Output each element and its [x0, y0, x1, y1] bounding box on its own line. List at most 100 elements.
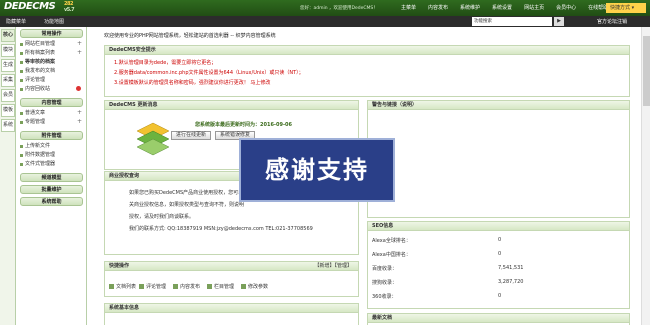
nav-content-publish[interactable]: 内容发布: [422, 4, 454, 11]
tab-core[interactable]: 核心: [1, 29, 15, 42]
logo: DEDECMS 282 v5.7: [4, 1, 75, 13]
menu-item-articles[interactable]: 普通文章 +: [17, 109, 86, 118]
tab-template[interactable]: 模板: [1, 104, 15, 117]
security-title: DedeCMS安全提示: [105, 46, 629, 55]
recycle-bin-icon: [76, 86, 81, 91]
quick-comments[interactable]: 评论管理: [139, 283, 166, 290]
quick-ops-manage[interactable]: 【新增】【管理】: [314, 262, 352, 271]
quick-channels[interactable]: 栏目管理: [207, 283, 234, 290]
tab-member[interactable]: 会员: [1, 89, 15, 102]
sysinfo-title: 系统基本信息: [105, 304, 358, 313]
menu-item-label: 我发布的文档: [25, 68, 56, 74]
license-contact: 我们的联系方式: QQ:18387919 MSN:jzy@dedecms.com…: [129, 226, 313, 232]
quick-publish[interactable]: 内容发布: [173, 283, 200, 290]
forum-link[interactable]: 官方论坛: [597, 18, 617, 25]
seo-value: 7,541,531: [498, 265, 524, 271]
scroll-thumb[interactable]: [643, 36, 650, 106]
menu-section-common[interactable]: 常用操作: [20, 29, 83, 38]
sysinfo-panel: 系统基本信息: [104, 303, 359, 325]
main-content: 欢迎使用专业的PHP网站管理系统，轻松建站的首选利器 -- 织梦内容管理系统 D…: [89, 27, 650, 325]
menu-item-label: 内容回收站: [25, 86, 51, 92]
license-line-1: 如果您已购买DedeCMS产品商业使用授权，您可以在: [129, 190, 249, 196]
security-line-2: 2.服务器data/common.inc.php文件属性设置为644（Linux…: [114, 70, 304, 76]
sub-bar: 隐藏菜单 功能地图: [0, 16, 650, 27]
search-input[interactable]: 功能搜索: [472, 17, 552, 26]
add-icon[interactable]: +: [77, 40, 82, 47]
menu-item-file-manager[interactable]: 文件式管理器: [17, 160, 86, 169]
intro-text: 欢迎使用专业的PHP网站管理系统，轻松建站的首选利器 -- 织梦内容管理系统: [104, 33, 276, 39]
menu-item-attach-data[interactable]: 附件数据管理: [17, 151, 86, 160]
tab-system[interactable]: 系统: [1, 119, 15, 132]
thanks-watermark: 感谢支持: [239, 138, 395, 202]
license-line-3: 授权，请及时我们商谈联系。: [129, 214, 195, 220]
menu-section-batch[interactable]: 批量维护: [20, 185, 83, 194]
menu-item-my-docs[interactable]: 我发布的文档: [17, 67, 86, 76]
menu-item-pending[interactable]: 等审核的档案: [17, 58, 86, 67]
menu-item-label: 网站栏目管理: [25, 41, 56, 47]
seo-title: SEO信息: [368, 222, 629, 231]
side-menu: 常用操作 网站栏目管理 + 所有档案列表 + 等审核的档案 我发布的文档 评论管理 …: [17, 27, 87, 325]
menu-item-label: 普通文章: [25, 110, 46, 116]
nav-system-settings[interactable]: 系统设置: [486, 4, 518, 11]
menu-section-content[interactable]: 内容管理: [20, 98, 83, 107]
seo-key: Alexa中国排名：: [372, 252, 411, 258]
help-title: 警告与链接（说明）: [368, 101, 629, 110]
seo-key: Alexa全球排名：: [372, 238, 411, 244]
quick-ops-title: 快捷操作 【新增】【管理】: [105, 262, 358, 271]
menu-item-upload[interactable]: 上传新文件: [17, 142, 86, 151]
menu-item-label: 上传新文件: [25, 143, 51, 149]
site-map-button[interactable]: 功能地图: [44, 18, 64, 25]
menu-section-attachments[interactable]: 附件管理: [20, 131, 83, 140]
search-button[interactable]: ▶: [554, 17, 564, 26]
nav-member-center[interactable]: 会员中心: [550, 4, 582, 11]
version-label: v5.7: [64, 7, 75, 13]
security-line-1: 1.默认管理目录为dede，需要立即将它更名；: [114, 60, 217, 66]
top-header: DEDECMS 282 v5.7 您好：admin ，欢迎使用DedeCMS！ …: [0, 0, 650, 16]
menu-item-label: 所有档案列表: [25, 50, 56, 56]
tab-module[interactable]: 模块: [1, 44, 15, 57]
menu-section-help[interactable]: 系统帮助: [20, 197, 83, 206]
quick-menu-button[interactable]: 快捷方式 ▾: [606, 3, 646, 13]
online-update-button[interactable]: 进行在线更新: [171, 131, 211, 140]
security-panel: DedeCMS安全提示 1.默认管理目录为dede，需要立即将它更名； 2.服务…: [104, 45, 630, 97]
update-title: DedeCMS 更新消息: [105, 101, 358, 110]
tab-generate[interactable]: 生成: [1, 59, 15, 72]
vertical-scrollbar[interactable]: [641, 27, 650, 325]
tab-collect[interactable]: 采集: [1, 74, 15, 87]
license-line-2: 关商业授权信息，如果授权类型与查询不符，则说明: [129, 202, 245, 208]
seo-value: 0: [498, 293, 502, 299]
seo-panel: SEO信息 Alexa全球排名： 0 Alexa中国排名： 0 百度收录： 7,…: [367, 221, 630, 309]
quick-doc-list[interactable]: 文档列表: [109, 283, 136, 290]
seo-value: 3,287,720: [498, 279, 524, 285]
menu-item-label: 附件数据管理: [25, 152, 56, 158]
quick-ops-panel: 快捷操作 【新增】【管理】: [104, 261, 359, 297]
nav-main-menu[interactable]: 主菜单: [395, 4, 422, 11]
add-icon[interactable]: +: [77, 49, 82, 56]
menu-item-label: 专题管理: [25, 119, 46, 125]
nav-system-maintain[interactable]: 系统维护: [454, 4, 486, 11]
nav-site-home[interactable]: 网站主页: [518, 4, 550, 11]
menu-item-all-docs[interactable]: 所有档案列表 +: [17, 49, 86, 58]
menu-item-recycle[interactable]: 内容回收站: [17, 85, 86, 94]
seo-key: 百度收录：: [372, 266, 398, 272]
menu-item-label: 等审核的档案: [25, 59, 56, 65]
logout-link[interactable]: 注销: [617, 18, 627, 25]
menu-item-topics[interactable]: 专题管理 +: [17, 118, 86, 127]
quick-ops-label: 快捷操作: [109, 263, 130, 269]
seo-value: 0: [498, 251, 502, 257]
seo-key: 搜狗收录：: [372, 280, 398, 286]
quick-params[interactable]: 修改参数: [241, 283, 268, 290]
add-icon[interactable]: +: [77, 118, 82, 125]
add-icon[interactable]: +: [77, 109, 82, 116]
top-nav: 主菜单 内容发布 系统维护 系统设置 网站主页 会员中心 在线帮助: [395, 4, 614, 11]
menu-item-label: 文件式管理器: [25, 161, 56, 167]
logo-text: DEDECMS: [4, 1, 56, 12]
hide-menu-button[interactable]: 隐藏菜单: [6, 18, 26, 25]
menu-item-label: 评论管理: [25, 77, 46, 83]
menu-section-channel-models[interactable]: 频道模型: [20, 173, 83, 182]
security-line-3[interactable]: 3.设置模板默认的管理员名称和密码，强烈建议你进行更改！ 马上修改: [114, 79, 270, 86]
seo-value: 0: [498, 237, 502, 243]
latest-docs-title: 最新文档: [368, 314, 629, 323]
menu-item-comments[interactable]: 评论管理: [17, 76, 86, 85]
menu-item-channel[interactable]: 网站栏目管理 +: [17, 40, 86, 49]
